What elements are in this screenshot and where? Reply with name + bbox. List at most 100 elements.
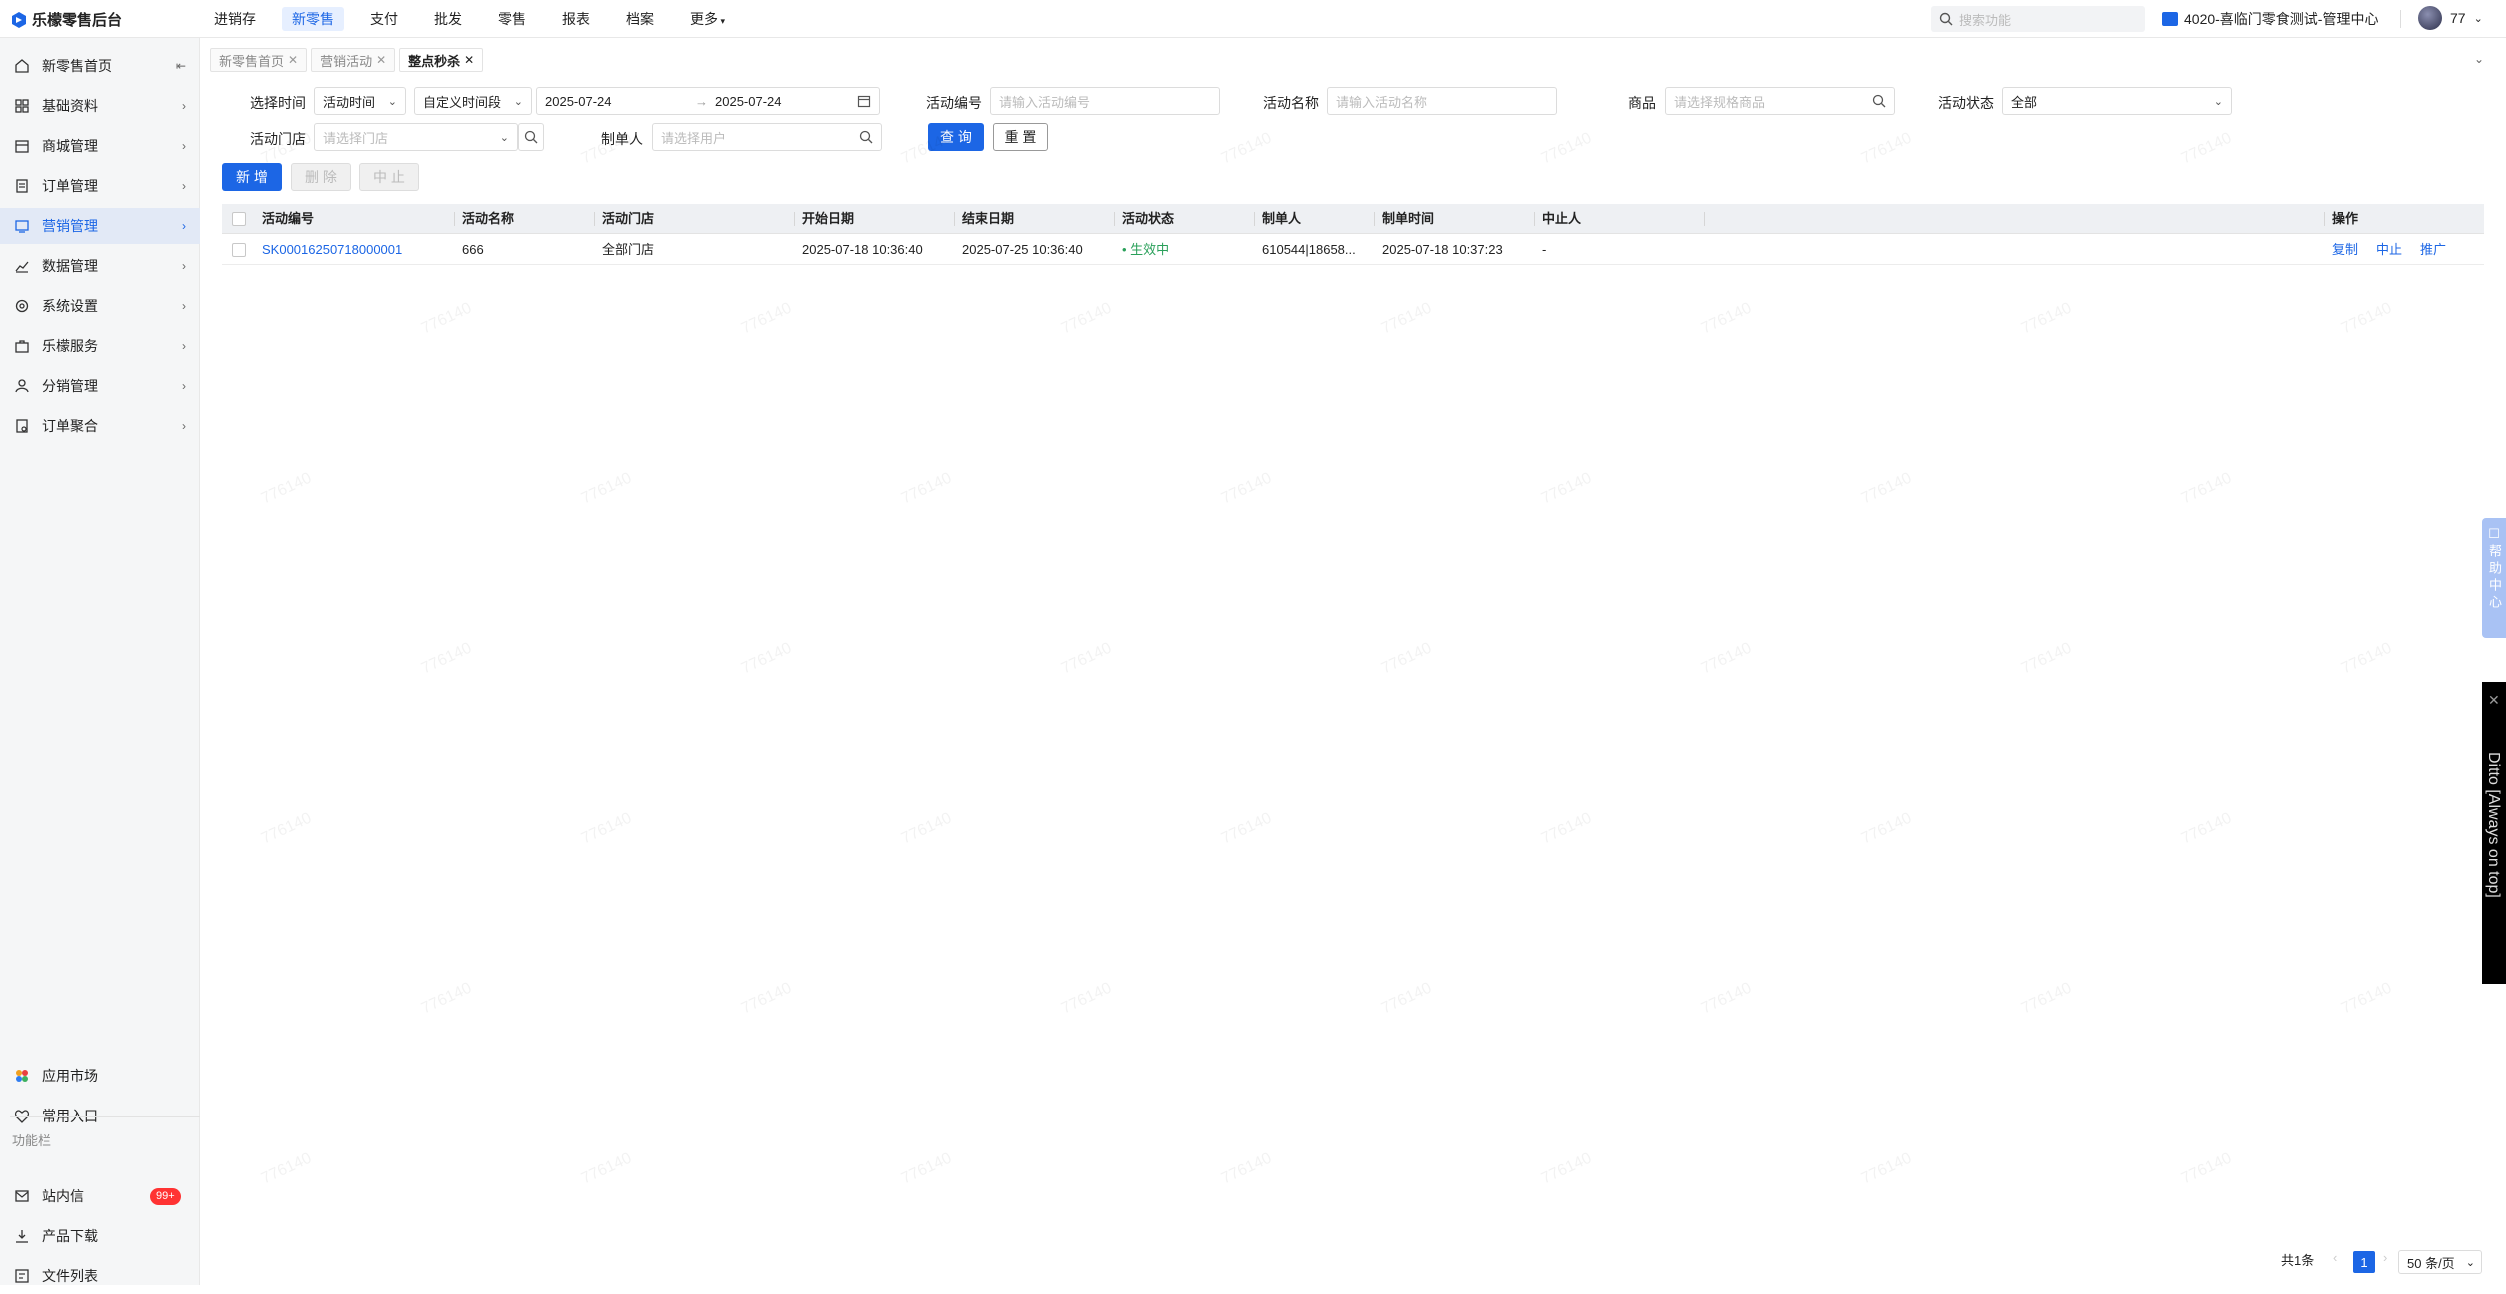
aggregate-icon [14,418,30,434]
column-divider [954,212,955,226]
sidebar-item-marketing[interactable]: 营销管理 › [0,208,200,244]
sidebar-item-label: 产品下载 [42,1228,98,1244]
function-search[interactable]: 搜索功能 [1931,6,2145,32]
date-range-picker[interactable]: 2025-07-24 → 2025-07-24 [536,87,880,115]
collapse-sidebar-icon[interactable]: ⇤ [176,59,186,73]
stop-button[interactable]: 中 止 [359,163,419,191]
download-icon [14,1228,30,1244]
chevron-right-icon: › [182,179,186,193]
sidebar-item-service[interactable]: 乐檬服务 › [0,328,200,364]
sidebar-item-mall[interactable]: 商城管理 › [0,128,200,164]
watermark-text: 776140 [2018,979,2075,1018]
cell-made-at: 2025-07-18 10:37:23 [1382,242,1503,257]
close-icon[interactable]: ✕ [2488,692,2500,709]
maker-label: 制单人 [601,131,643,147]
maker-select[interactable]: 请选择用户 [652,123,882,151]
activity-no-link[interactable]: SK00016250718000001 [262,235,402,265]
sidebar-item-messages[interactable]: 站内信 99+ [0,1178,200,1214]
query-button[interactable]: 查 询 [928,123,984,151]
add-button[interactable]: 新 增 [222,163,282,191]
activity-name-input[interactable]: 请输入活动名称 [1327,87,1557,115]
watermark-text: 776140 [2338,639,2395,678]
prev-page-icon[interactable]: ‹ [2333,1250,2337,1265]
user-menu[interactable]: 77 ⌄ [2418,6,2483,30]
sidebar-item-app-market[interactable]: 应用市场 [0,1058,200,1094]
chevron-right-icon: › [182,339,186,353]
reset-button[interactable]: 重 置 [993,123,1048,151]
store-search-button[interactable] [518,123,544,151]
range-type-select[interactable]: 自定义时间段 ⌄ [414,87,532,115]
col-start-date: 开始日期 [802,211,855,226]
status-select[interactable]: 全部 ⌄ [2002,87,2232,115]
close-icon[interactable]: ✕ [464,53,474,67]
close-icon[interactable]: ✕ [376,53,386,67]
settings-icon [14,298,30,314]
watermark-text: 776140 [2178,469,2235,508]
time-type-select[interactable]: 活动时间 ⌄ [314,87,406,115]
promote-link[interactable]: 推广 [2420,235,2446,265]
app-logo[interactable]: 乐檬零售后台 [12,9,122,30]
chevron-down-icon[interactable]: ⌄ [2474,52,2484,66]
top-bar: 乐檬零售后台 进销存 新零售 支付 批发 零售 报表 档案 更多 ▾ 搜索功能 … [0,0,2506,38]
topnav-item-reports[interactable]: 报表 [552,7,600,31]
range-type-value: 自定义时间段 [423,94,502,110]
sidebar-item-file-list[interactable]: 文件列表 [0,1258,200,1294]
sidebar-item-order-aggregate[interactable]: 订单聚合 › [0,408,200,444]
watermark-text: 776140 [738,979,795,1018]
help-center-button[interactable]: ☐ 帮助中心 [2482,518,2506,638]
cell-stopper: - [1542,242,1547,257]
file-list-icon [14,1268,30,1284]
tab-marketing-activity[interactable]: 营销活动 ✕ [311,48,396,72]
sidebar-item-settings[interactable]: 系统设置 › [0,288,200,324]
watermark-text: 776140 [2178,809,2235,848]
close-icon[interactable]: ✕ [288,53,298,67]
col-operations: 操作 [2332,211,2359,226]
divider [10,1116,200,1117]
watermark-text: 776140 [1858,1149,1915,1188]
org-icon [2162,12,2178,26]
ditto-window[interactable]: ✕ Ditto [Always on top] [2482,682,2506,984]
select-all-checkbox[interactable] [232,212,246,226]
chevron-down-icon: ⌄ [499,131,509,144]
store-select[interactable]: 请选择门店 ⌄ [314,123,518,151]
row-checkbox[interactable] [232,243,246,257]
col-end-date: 结束日期 [962,211,1015,226]
org-switcher[interactable]: 4020-喜临门零食测试-管理中心 [2162,9,2378,29]
mail-icon [14,1188,30,1204]
topnav-item-retail[interactable]: 零售 [488,7,536,31]
topnav-item-archive[interactable]: 档案 [616,7,664,31]
watermark-text: 776140 [258,809,315,848]
sidebar-item-new-retail-home[interactable]: 新零售首页 ⇤ [0,48,200,84]
topnav-item-wholesale[interactable]: 批发 [424,7,472,31]
col-activity-name: 活动名称 [462,211,515,226]
product-select[interactable]: 请选择规格商品 [1665,87,1895,115]
sidebar-item-distribution[interactable]: 分销管理 › [0,368,200,404]
tab-flash-sale[interactable]: 整点秒杀 ✕ [399,48,484,72]
watermark-text: 776140 [898,469,955,508]
copy-link[interactable]: 复制 [2332,235,2358,265]
activity-no-input[interactable]: 请输入活动编号 [990,87,1220,115]
next-page-icon[interactable]: › [2383,1250,2387,1265]
status-label: 活动状态 [1938,95,1994,111]
activity-name-placeholder: 请输入活动名称 [1336,94,1428,110]
sidebar-item-basic-data[interactable]: 基础资料 › [0,88,200,124]
topnav-item-inventory[interactable]: 进销存 [204,7,266,31]
topnav-item-payment[interactable]: 支付 [360,7,408,31]
sidebar-item-download[interactable]: 产品下载 [0,1218,200,1254]
column-divider [1114,212,1115,226]
stop-link[interactable]: 中止 [2376,235,2402,265]
delete-button[interactable]: 删 除 [291,163,351,191]
tab-new-retail-home[interactable]: 新零售首页 ✕ [210,48,308,72]
topnav-item-new-retail[interactable]: 新零售 [282,7,344,31]
watermark-text: 776140 [2018,639,2075,678]
page-size-select[interactable]: 50 条/页 ⌄ [2398,1250,2482,1274]
column-divider [1254,212,1255,226]
page-number-button[interactable]: 1 [2353,1251,2375,1273]
sidebar-item-orders[interactable]: 订单管理 › [0,168,200,204]
watermark-text: 776140 [418,299,475,338]
chevron-down-icon: ⌄ [2465,1256,2475,1269]
topnav-item-more[interactable]: 更多 ▾ [680,7,735,31]
tab-label: 营销活动 [320,53,373,69]
sidebar-item-data[interactable]: 数据管理 › [0,248,200,284]
distribution-icon [14,378,30,394]
